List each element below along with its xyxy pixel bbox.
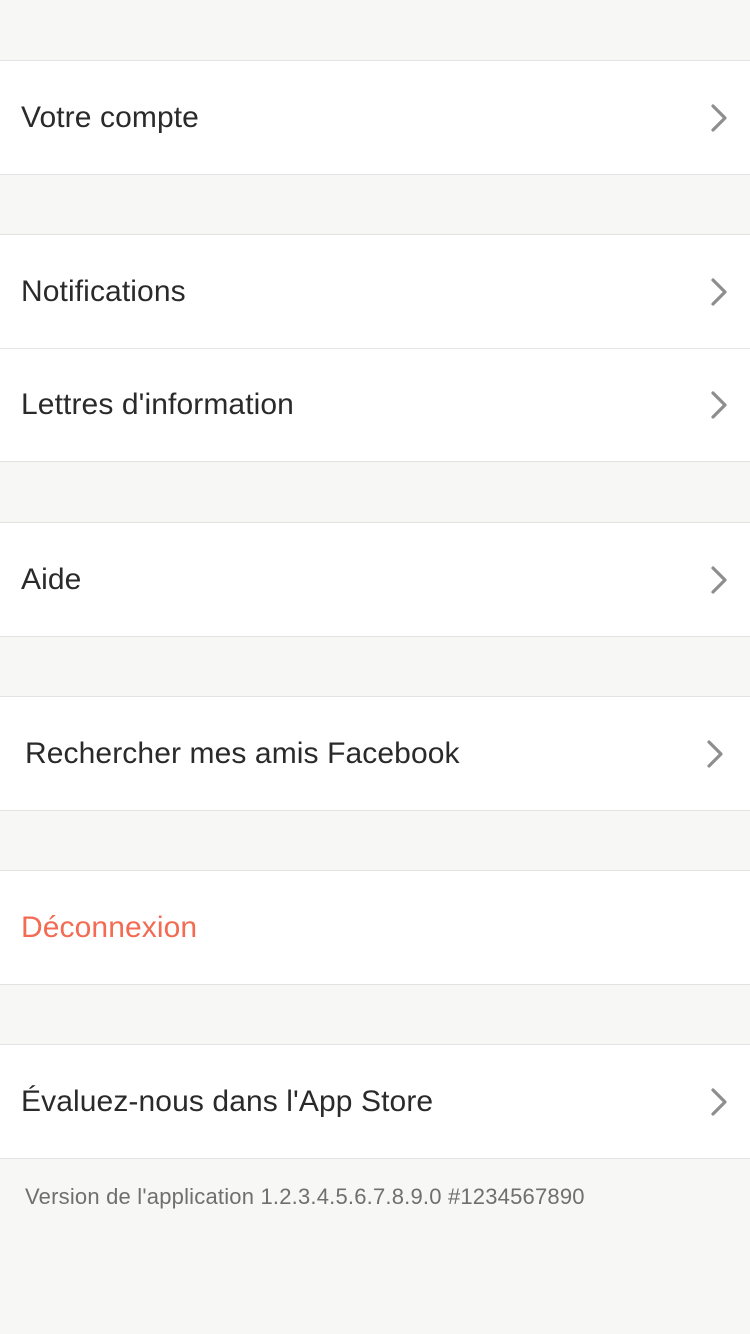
help-section: Aide — [0, 522, 750, 637]
facebook-friends-row[interactable]: Rechercher mes amis Facebook — [0, 697, 750, 810]
logout-section: Déconnexion — [0, 870, 750, 985]
notifications-row[interactable]: Notifications — [0, 235, 750, 348]
settings-screen: Votre compte Notifications Lettres d'inf… — [0, 0, 750, 1334]
rating-section: Évaluez-nous dans l'App Store — [0, 1044, 750, 1159]
account-label: Votre compte — [21, 100, 199, 134]
chevron-right-icon — [706, 739, 724, 769]
chevron-right-icon — [710, 103, 728, 133]
newsletters-label: Lettres d'information — [21, 388, 294, 421]
social-section: Rechercher mes amis Facebook — [0, 696, 750, 811]
newsletters-row[interactable]: Lettres d'information — [0, 348, 750, 461]
account-section: Votre compte — [0, 60, 750, 175]
chevron-right-icon — [710, 277, 728, 307]
rate-app-label: Évaluez-nous dans l'App Store — [21, 1084, 434, 1118]
logout-button[interactable]: Déconnexion — [0, 871, 750, 984]
notifications-label: Notifications — [21, 274, 186, 308]
account-row[interactable]: Votre compte — [0, 61, 750, 174]
help-row[interactable]: Aide — [0, 523, 750, 636]
facebook-friends-label: Rechercher mes amis Facebook — [25, 736, 460, 770]
logout-label: Déconnexion — [21, 910, 198, 944]
chevron-right-icon — [710, 390, 728, 420]
rate-app-row[interactable]: Évaluez-nous dans l'App Store — [0, 1045, 750, 1158]
chevron-right-icon — [710, 1087, 728, 1117]
chevron-right-icon — [710, 565, 728, 595]
app-version-text: Version de l'application 1.2.3.4.5.6.7.8… — [25, 1184, 585, 1209]
help-label: Aide — [21, 562, 82, 596]
preferences-section: Notifications Lettres d'information — [0, 234, 750, 462]
